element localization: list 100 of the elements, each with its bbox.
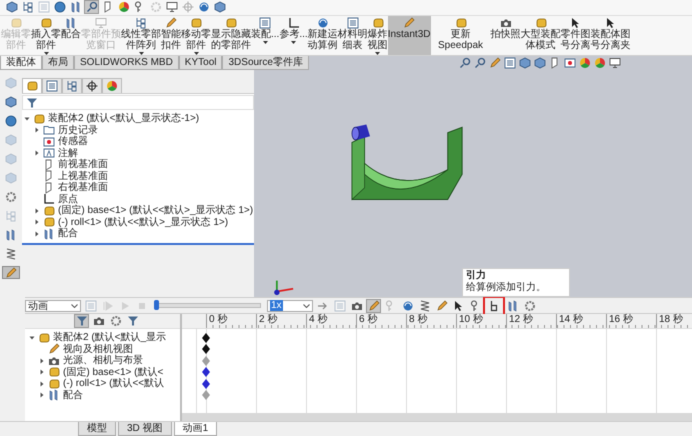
tab[interactable]: 装配体: [0, 56, 42, 70]
tree-icon: [66, 80, 78, 92]
study-type-dropdown[interactable]: 动画: [25, 300, 81, 312]
tab[interactable]: 布局: [42, 56, 74, 70]
keyframe-marker[interactable]: [202, 367, 210, 378]
keyframe-marker[interactable]: [202, 332, 210, 343]
ribbon-button[interactable]: 移动零部件: [181, 16, 211, 56]
side-tool-button[interactable]: [2, 266, 20, 279]
expand-arrow-icon[interactable]: [39, 358, 45, 364]
expand-arrow-icon[interactable]: [34, 127, 40, 134]
ribbon-button[interactable]: 爆炸视图: [368, 16, 388, 56]
panel-tab[interactable]: [22, 78, 42, 93]
animation-tool-button[interactable]: [485, 298, 503, 314]
collapse-arrow-icon[interactable]: [29, 334, 35, 341]
tree-item[interactable]: 配合: [58, 228, 78, 240]
tree-item[interactable]: 右视基准面: [58, 182, 108, 194]
expand-arrow-icon[interactable]: [39, 380, 45, 387]
cube-icon: [5, 76, 17, 88]
horizontal-scrollbar[interactable]: [182, 413, 692, 422]
tree-item[interactable]: 装配体2 (默认<默认_显示状态-1>): [48, 113, 200, 124]
tree-item[interactable]: 视向及相机视图: [63, 344, 133, 355]
gear-icon: [110, 315, 122, 327]
stop-icon: [136, 300, 146, 310]
tab[interactable]: 动画1: [174, 422, 218, 436]
color-wheel-icon: [106, 80, 118, 92]
pencil-icon: [5, 266, 17, 278]
tree-item[interactable]: 历史记录: [58, 124, 98, 136]
ribbon-button[interactable]: 参考...: [279, 16, 308, 56]
ribbon-button[interactable]: Instant3D: [388, 16, 430, 56]
tab[interactable]: KYTool: [178, 56, 222, 70]
tree-item[interactable]: (固定) base<1> (默认<: [63, 366, 164, 378]
filter-field[interactable]: [22, 95, 254, 110]
tree-item[interactable]: 注解: [58, 148, 78, 159]
view-tool-button[interactable]: [458, 57, 472, 70]
tooltip-text: 给算例添加引力。: [466, 282, 547, 294]
ribbon-button[interactable]: 更新 Speedpak: [430, 16, 490, 56]
search-icon: [459, 57, 472, 70]
view-tool-button[interactable]: [518, 57, 532, 70]
view-tool-button[interactable]: [608, 57, 622, 70]
sphere-icon: [54, 1, 66, 14]
toolbar-button[interactable]: [4, 0, 19, 14]
slider-thumb[interactable]: [154, 300, 159, 310]
tree-item[interactable]: 装配体2 (默认<默认_显示: [53, 332, 166, 344]
collapse-arrow-icon[interactable]: [24, 116, 30, 122]
tree-item[interactable]: 传感器: [58, 136, 88, 148]
tree-item[interactable]: 配合: [63, 390, 83, 401]
timeline-slider[interactable]: [155, 303, 261, 308]
toolbar-button[interactable]: [164, 0, 179, 14]
ribbon-button[interactable]: 线性零部件阵列: [121, 16, 161, 56]
playback-speed-dropdown[interactable]: 1x: [267, 300, 313, 312]
panel-tab[interactable]: [42, 78, 62, 93]
ribbon-button[interactable]: 装配体图号分离夹: [590, 16, 630, 56]
tree-item[interactable]: 上视基准面: [58, 170, 108, 182]
tab[interactable]: 模型: [78, 422, 116, 436]
tree-item[interactable]: 光源、相机与布景: [63, 355, 143, 366]
ribbon-button[interactable]: 配合: [61, 16, 81, 56]
tree-item[interactable]: 前视基准面: [58, 159, 108, 170]
expand-arrow-icon[interactable]: [39, 392, 45, 398]
expand-arrow-icon[interactable]: [39, 369, 45, 376]
view-tool-button[interactable]: [474, 57, 487, 70]
filter-button[interactable]: [74, 314, 89, 328]
graphics-viewport[interactable]: [254, 70, 692, 297]
view-tool-button[interactable]: [564, 57, 577, 70]
camera-icon: [92, 315, 104, 327]
tree-item[interactable]: (-) roll<1> (默认<<默认: [63, 378, 164, 390]
tab[interactable]: 3DSource零件库: [222, 56, 309, 70]
view-tool-button[interactable]: [534, 57, 547, 70]
tree-item[interactable]: 原点: [58, 194, 78, 205]
tree-tool-button[interactable]: [125, 314, 140, 328]
keyframe-marker[interactable]: [202, 390, 210, 400]
toolbar-button[interactable]: [212, 0, 227, 14]
ribbon-button[interactable]: 智能扣件: [161, 16, 181, 56]
panel-tab[interactable]: [82, 78, 102, 93]
ribbon-button[interactable]: 材料明细表: [338, 16, 368, 56]
expand-arrow-icon[interactable]: [34, 208, 40, 214]
view-tool-button[interactable]: [504, 57, 517, 70]
tab[interactable]: 3D 视图: [118, 422, 172, 436]
expand-arrow-icon[interactable]: [34, 219, 40, 226]
toolbar-button[interactable]: [84, 0, 99, 14]
keyframe-marker[interactable]: [202, 344, 210, 354]
tree-tool-button[interactable]: [108, 314, 123, 328]
ribbon-button[interactable]: 零件图号分离: [560, 16, 590, 56]
ribbon-button[interactable]: 显示隐藏的零部件: [211, 16, 251, 56]
panel-tab[interactable]: [62, 78, 82, 93]
toolbar-button[interactable]: [52, 0, 67, 14]
ribbon-button[interactable]: 装配...: [251, 16, 280, 56]
tree-item[interactable]: (-) roll<1> (默认<<默认>_显示状态 1>): [58, 216, 228, 228]
expand-arrow-icon[interactable]: [34, 150, 40, 156]
tree-item[interactable]: (固定) base<1> (默认<<默认>_显示状态 1>): [58, 205, 254, 216]
tab[interactable]: SOLIDWORKS MBD: [74, 56, 179, 70]
view-tool-button[interactable]: [488, 57, 502, 70]
play-from-start-icon: [102, 300, 112, 310]
toolbar-button[interactable]: [116, 0, 131, 14]
keyframe-marker[interactable]: [202, 378, 210, 389]
ribbon-button[interactable]: 大型装配体模式: [520, 16, 560, 56]
ribbon-button[interactable]: 拍快照: [490, 16, 520, 56]
ribbon-button[interactable]: 插入零部件: [31, 16, 61, 56]
keyframe-marker[interactable]: [202, 356, 210, 366]
ribbon-button[interactable]: 新建运动算例: [308, 16, 338, 56]
expand-arrow-icon[interactable]: [34, 230, 40, 237]
